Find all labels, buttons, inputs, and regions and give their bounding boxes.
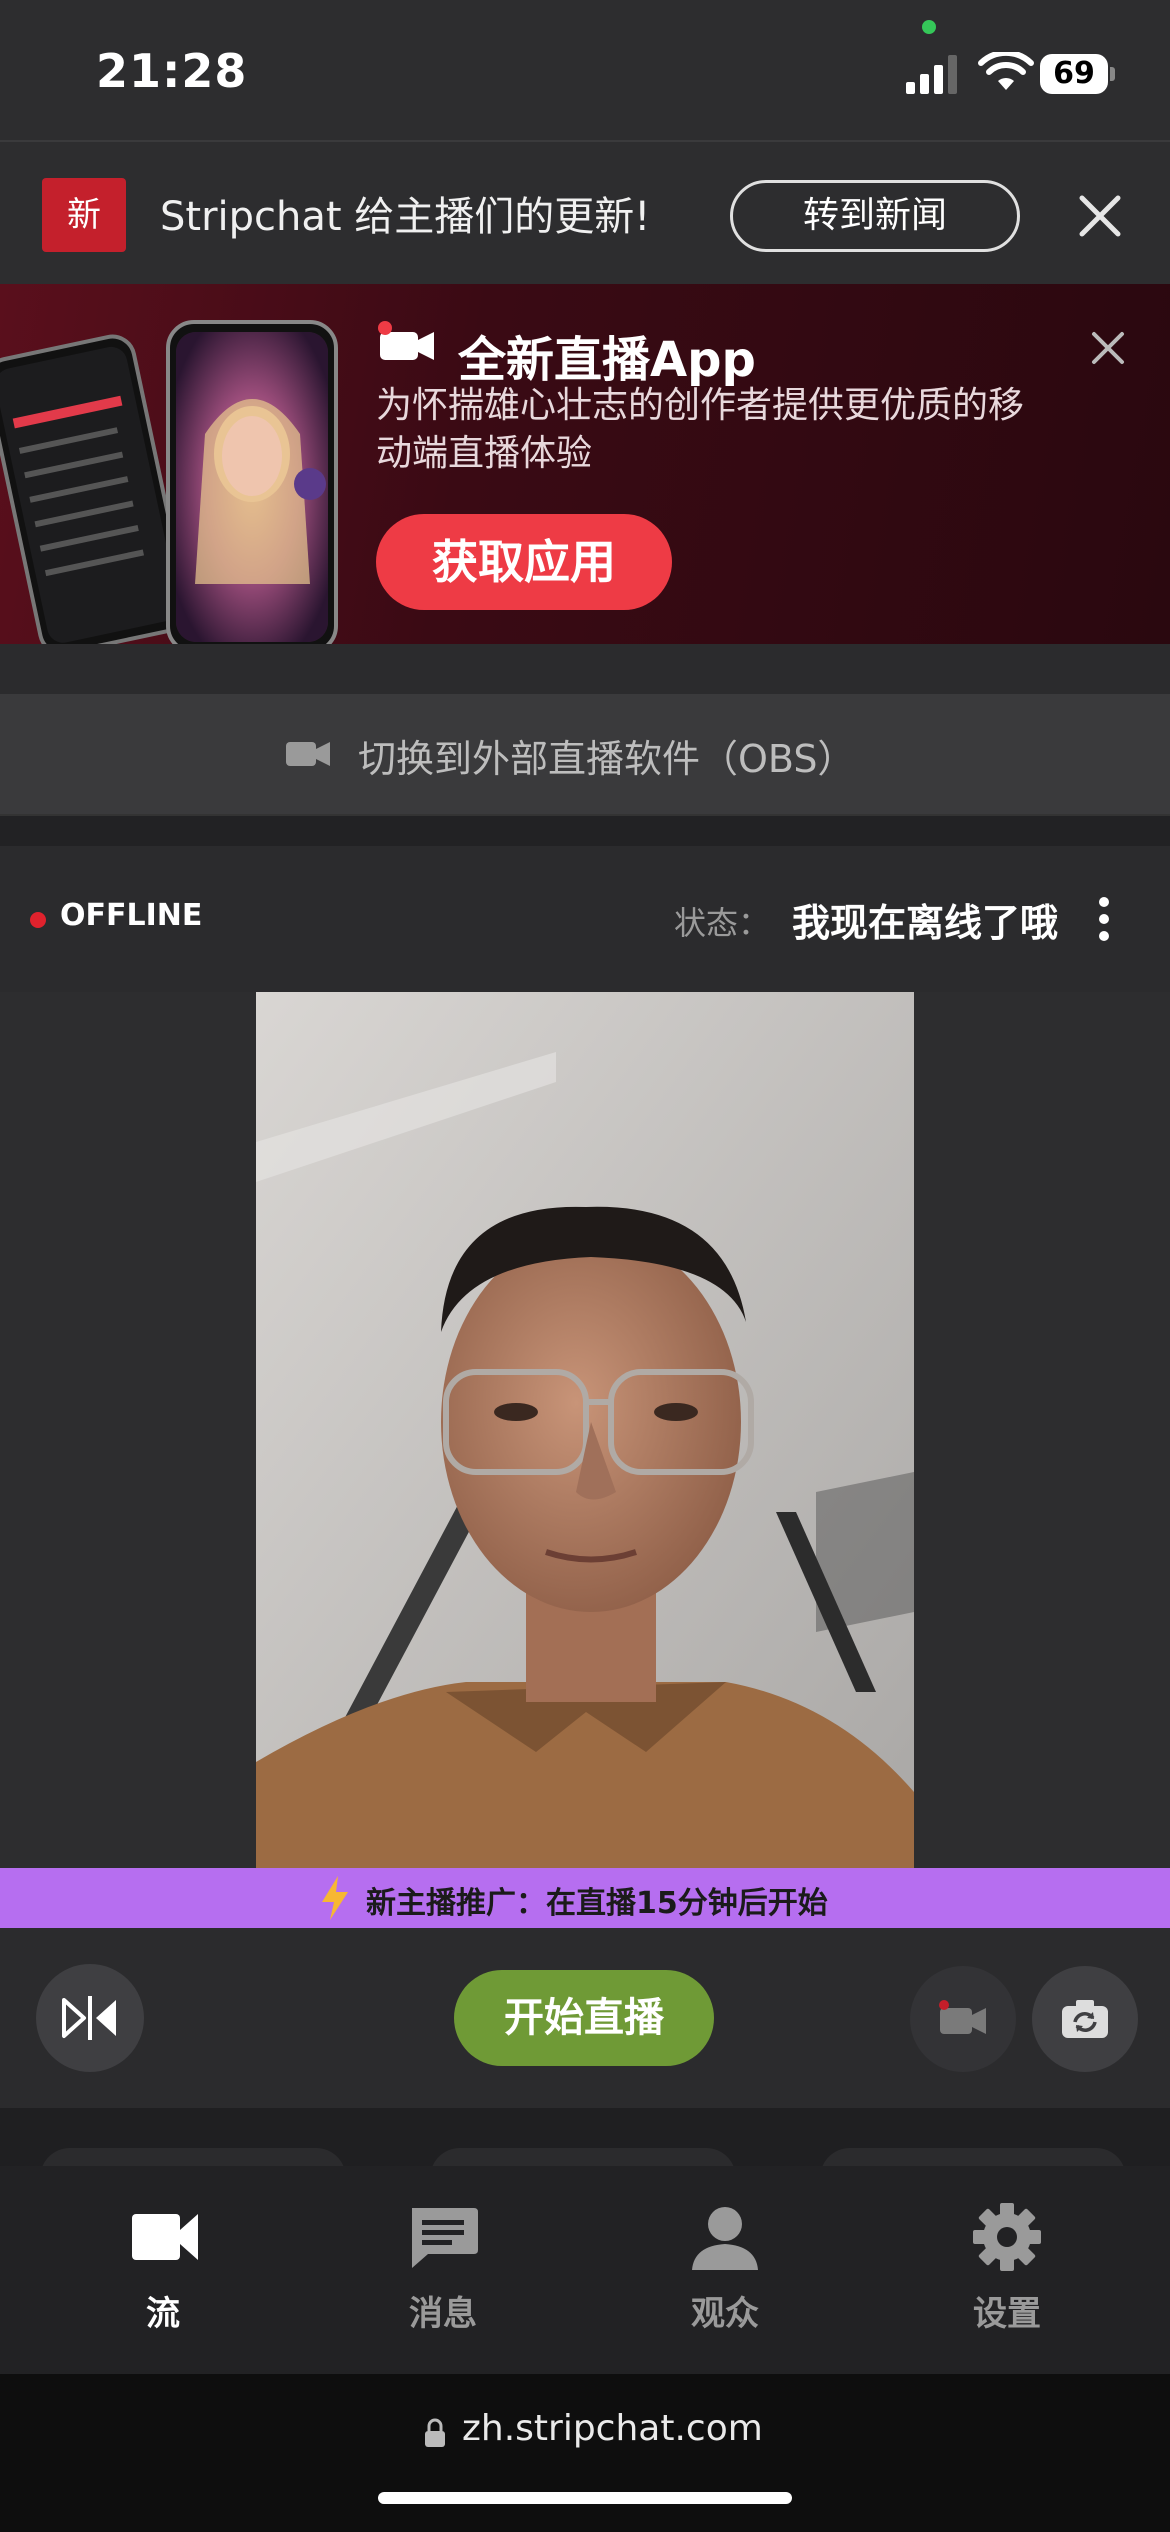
clock: 21:28 xyxy=(96,44,248,98)
gear-icon xyxy=(973,2203,1041,2271)
video-camera-off-icon xyxy=(939,2000,986,2034)
stream-header: OFFLINE 状态： 我现在离线了哦 xyxy=(0,846,1170,992)
nav-messages[interactable]: 消息 xyxy=(298,2166,588,2374)
battery-tip xyxy=(1110,67,1115,81)
flip-camera-button[interactable] xyxy=(1032,1966,1138,2072)
privacy-indicator-dot xyxy=(922,20,936,34)
video-camera-icon xyxy=(378,321,434,360)
promo-title: 全新直播App xyxy=(458,332,756,388)
nav-label: 观众 xyxy=(691,2294,759,2334)
url-text[interactable]: zh.stripchat.com xyxy=(462,2408,763,2449)
lightning-icon xyxy=(322,1876,348,1920)
go-to-news-button[interactable]: 转到新闻 xyxy=(730,180,1020,252)
more-options-icon[interactable] xyxy=(1092,896,1116,942)
nav-label: 设置 xyxy=(973,2294,1041,2334)
battery-level: 69 xyxy=(1040,54,1108,94)
switch-to-obs-button[interactable]: 切换到外部直播软件（OBS） xyxy=(0,694,1170,816)
video-camera-icon xyxy=(286,742,330,766)
app-phones-illustration xyxy=(0,320,338,644)
app-promo-banner: 全新直播App 为怀揣雄心壮志的创作者提供更优质的移动端直播体验 获取应用 xyxy=(0,284,1170,644)
video-area xyxy=(0,992,1170,1868)
lock-icon xyxy=(425,2418,445,2447)
home-indicator[interactable] xyxy=(378,2492,792,2504)
promo-description: 为怀揣雄心壮志的创作者提供更优质的移动端直播体验 xyxy=(376,385,1025,474)
status-label: 状态： xyxy=(674,904,771,942)
nav-settings[interactable]: 设置 xyxy=(862,2166,1152,2374)
new-streamer-promotion-strip: 新主播推广：在直播15分钟后开始 xyxy=(0,1868,1170,1928)
chat-bubble-icon xyxy=(412,2208,478,2268)
news-text: Stripchat 给主播们的更新! xyxy=(160,194,651,240)
bottom-navigation: 流 消息 观众 设置 xyxy=(0,2166,1170,2374)
status-bar: 21:28 69 xyxy=(0,0,1170,140)
close-icon[interactable] xyxy=(1070,186,1130,246)
status-message[interactable]: 我现在离线了哦 xyxy=(792,892,1058,947)
wifi-icon xyxy=(978,52,1034,90)
nav-audience[interactable]: 观众 xyxy=(580,2166,870,2374)
new-badge: 新 xyxy=(42,178,126,252)
cellular-signal-icon xyxy=(906,55,957,94)
nav-stream[interactable]: 流 xyxy=(18,2166,308,2374)
divider xyxy=(0,816,1170,846)
nav-label: 流 xyxy=(146,2294,180,2334)
nav-label: 消息 xyxy=(409,2294,477,2334)
mirror-icon xyxy=(62,1996,116,2040)
offline-label: OFFLINE xyxy=(60,898,203,933)
browser-url-bar: zh.stripchat.com xyxy=(0,2374,1170,2532)
stream-controls: 开始直播 xyxy=(0,1928,1170,2108)
camera-toggle-button[interactable] xyxy=(910,1966,1016,2072)
offline-indicator-dot xyxy=(30,912,46,928)
promotion-text: 新主播推广：在直播15分钟后开始 xyxy=(366,1886,828,1921)
start-streaming-button[interactable]: 开始直播 xyxy=(454,1970,714,2066)
battery-icon: 69 xyxy=(1040,54,1116,94)
video-camera-icon xyxy=(132,2214,198,2260)
flip-camera-icon xyxy=(1062,2000,1108,2038)
panel-edge xyxy=(0,644,1170,694)
get-app-button[interactable]: 获取应用 xyxy=(376,514,672,610)
news-bar: 新 Stripchat 给主播们的更新! 转到新闻 xyxy=(0,140,1170,284)
obs-label: 切换到外部直播软件（OBS） xyxy=(358,737,856,781)
close-icon[interactable] xyxy=(1088,328,1128,368)
person-icon xyxy=(692,2207,758,2270)
camera-preview xyxy=(256,992,914,1868)
mirror-button[interactable] xyxy=(36,1964,144,2072)
